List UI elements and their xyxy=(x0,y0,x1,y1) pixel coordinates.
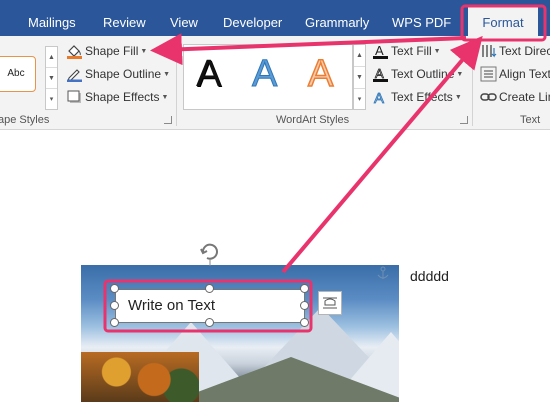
align-text-icon xyxy=(480,66,497,82)
tab-mailings[interactable]: Mailings xyxy=(28,15,76,30)
text-effects-label: Text Effects xyxy=(391,90,453,104)
text-direction-button[interactable]: Text Direc xyxy=(480,43,550,59)
align-text-button[interactable]: Align Text xyxy=(480,66,550,82)
group-divider xyxy=(176,40,177,126)
tab-review[interactable]: Review xyxy=(103,15,146,30)
shape-styles-dialog-launcher-icon[interactable] xyxy=(164,116,172,124)
shape-effects-button[interactable]: Shape Effects ▼ xyxy=(66,89,168,105)
create-link-button[interactable]: Create Lin xyxy=(480,89,550,105)
tab-wps-pdf[interactable]: WPS PDF xyxy=(392,15,451,30)
svg-text:A: A xyxy=(374,90,384,105)
shape-fill-label: Shape Fill xyxy=(85,44,139,58)
text-group-label: Text xyxy=(520,114,541,126)
shape-fill-button[interactable]: Shape Fill ▼ xyxy=(66,43,147,59)
gallery-down-icon[interactable]: ▼ xyxy=(46,68,57,89)
paint-bucket-icon xyxy=(66,43,83,59)
text-direction-label: Text Direc xyxy=(499,44,550,58)
gallery-down-icon[interactable]: ▼ xyxy=(354,67,365,89)
tab-grammarly[interactable]: Grammarly xyxy=(305,15,369,30)
layout-options-button[interactable] xyxy=(318,291,342,315)
ribbon-tab-bar: Mailings Review View Developer Grammarly… xyxy=(0,0,550,36)
document-text: ddddd xyxy=(410,268,449,284)
wordart-style-3[interactable]: A xyxy=(307,52,334,96)
chevron-down-icon: ▼ xyxy=(161,93,169,101)
text-fill-button[interactable]: A Text Fill ▼ xyxy=(372,43,441,59)
gallery-more-icon[interactable]: ▾ xyxy=(46,89,57,110)
text-outline-button[interactable]: A Text Outline ▼ xyxy=(372,66,463,82)
shape-effects-label: Shape Effects xyxy=(85,90,160,104)
create-link-icon xyxy=(480,89,497,105)
resize-handle-bottom-right[interactable] xyxy=(300,318,309,327)
resize-handle-bottom-left[interactable] xyxy=(110,318,119,327)
shape-style-swatch[interactable]: Abc xyxy=(0,56,36,92)
svg-text:A: A xyxy=(375,66,384,81)
text-box-content[interactable]: Write on Text xyxy=(128,297,215,314)
resize-handle-top-left[interactable] xyxy=(110,284,119,293)
text-fill-label: Text Fill xyxy=(391,44,432,58)
text-outline-icon: A xyxy=(372,66,389,82)
pen-outline-icon xyxy=(66,66,83,82)
svg-text:A: A xyxy=(375,43,384,58)
chevron-down-icon: ▼ xyxy=(456,70,464,78)
tab-view[interactable]: View xyxy=(170,15,198,30)
wordart-styles-dialog-launcher-icon[interactable] xyxy=(460,116,468,124)
create-link-label: Create Lin xyxy=(499,90,550,104)
chevron-down-icon: ▼ xyxy=(140,47,148,55)
align-text-label: Align Text xyxy=(499,67,550,81)
gallery-up-icon[interactable]: ▲ xyxy=(46,47,57,68)
chevron-down-icon: ▼ xyxy=(454,93,462,101)
text-effects-button[interactable]: A Text Effects ▼ xyxy=(372,89,462,108)
wordart-style-1[interactable]: A xyxy=(196,53,221,96)
gallery-up-icon[interactable]: ▲ xyxy=(354,45,365,67)
wordart-styles-group-label: WordArt Styles xyxy=(276,114,350,126)
resize-handle-top[interactable] xyxy=(205,284,214,293)
text-direction-icon xyxy=(480,43,497,59)
rotate-handle-icon[interactable] xyxy=(198,240,222,266)
autumn-trees xyxy=(81,352,199,402)
text-fill-icon: A xyxy=(372,43,389,59)
resize-handle-bottom[interactable] xyxy=(205,318,214,327)
resize-handle-right[interactable] xyxy=(300,301,309,310)
wordart-style-2[interactable]: A xyxy=(251,53,277,96)
mountain-picture[interactable] xyxy=(81,265,399,402)
text-effects-icon: A xyxy=(372,89,389,108)
chevron-down-icon: ▼ xyxy=(433,47,441,55)
ribbon-panel: Abc ▲ ▼ ▾ Shape Fill ▼ Shape Outline ▼ S… xyxy=(0,36,550,130)
group-divider xyxy=(472,40,473,126)
tab-developer[interactable]: Developer xyxy=(223,15,282,30)
wordart-gallery-scroll[interactable]: ▲ ▼ ▾ xyxy=(353,44,366,110)
anchor-icon xyxy=(377,266,389,279)
resize-handle-left[interactable] xyxy=(110,301,119,310)
shape-effects-icon xyxy=(66,89,83,105)
tab-format[interactable]: Format xyxy=(468,7,538,36)
shape-outline-button[interactable]: Shape Outline ▼ xyxy=(66,66,170,82)
text-outline-label: Text Outline xyxy=(391,67,455,81)
layout-options-icon xyxy=(323,297,337,309)
forest-shape xyxy=(171,357,399,402)
shape-outline-label: Shape Outline xyxy=(85,67,162,81)
gallery-more-icon[interactable]: ▾ xyxy=(354,89,365,111)
shape-styles-gallery-scroll[interactable]: ▲ ▼ ▾ xyxy=(45,46,58,110)
shape-styles-group-label: ape Styles xyxy=(0,114,50,126)
wordart-gallery[interactable]: A A A xyxy=(183,44,353,110)
resize-handle-top-right[interactable] xyxy=(300,284,309,293)
chevron-down-icon: ▼ xyxy=(163,70,170,78)
